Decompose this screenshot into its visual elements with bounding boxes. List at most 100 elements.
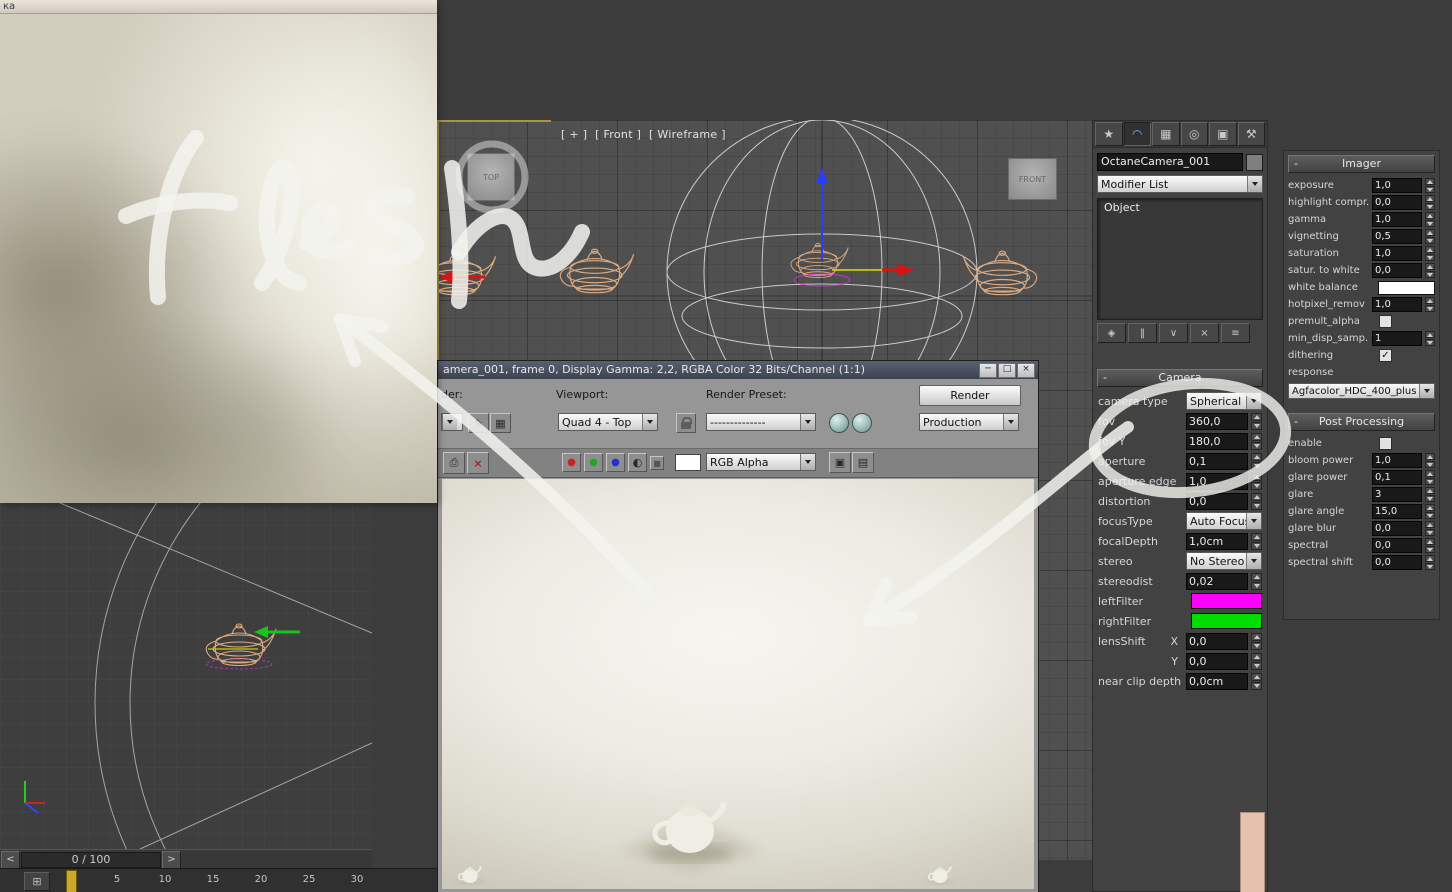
focal-depth-field[interactable]: 1,0cm — [1186, 532, 1248, 550]
previous-frame-button[interactable]: < — [1, 850, 20, 869]
dithering-checkbox[interactable]: ✓ — [1379, 349, 1392, 362]
fov-y-field[interactable]: 180,0 — [1186, 432, 1248, 450]
tab-modify[interactable]: ◠ — [1123, 122, 1151, 146]
fov-spinner[interactable] — [1251, 412, 1262, 430]
gamma-spinner[interactable] — [1425, 212, 1435, 227]
tab-create[interactable]: ★ — [1095, 122, 1123, 146]
exposure-spinner[interactable] — [1425, 178, 1435, 193]
exposure-field[interactable]: 1,0 — [1372, 178, 1422, 193]
saturation-field[interactable]: 1,0 — [1372, 246, 1422, 261]
maximize-button[interactable]: □ — [998, 363, 1016, 378]
aperture-spinner[interactable] — [1251, 452, 1262, 470]
hotpixel-removal-spinner[interactable] — [1425, 297, 1435, 312]
right-filter-swatch[interactable] — [1191, 613, 1262, 629]
track-bar[interactable]: ⊞ 5 10 15 20 25 30 — [0, 868, 437, 892]
viewport-shading-menu[interactable]: [ Wireframe ] — [649, 128, 726, 141]
pin-stack-button[interactable]: ◈ — [1097, 323, 1126, 343]
close-button[interactable]: × — [1017, 363, 1035, 378]
next-frame-button[interactable]: > — [162, 850, 181, 869]
distortion-field[interactable]: 0,0 — [1186, 492, 1248, 510]
blue-channel-button[interactable]: ● — [606, 453, 625, 472]
min-display-samples-spinner[interactable] — [1425, 331, 1435, 346]
minimize-button[interactable]: ─ — [979, 363, 997, 378]
aperture-field[interactable]: 0,1 — [1186, 452, 1248, 470]
overlay-window-titlebar[interactable]: ка — [0, 0, 437, 14]
configure-stack-button[interactable]: ≡ — [1221, 323, 1250, 343]
vignetting-field[interactable]: 0,5 — [1372, 229, 1422, 244]
trackbar-filter-button[interactable]: ⊞ — [24, 872, 50, 891]
camera-rollout-header[interactable]: - Camera — [1097, 369, 1263, 387]
channel-display-dropdown[interactable]: RGB Alpha — [706, 453, 816, 471]
highlight-compression-field[interactable]: 0,0 — [1372, 195, 1422, 210]
stack-item-object[interactable]: Object — [1098, 199, 1262, 217]
lock-viewport-button[interactable] — [676, 413, 696, 433]
viewport-pov-menu[interactable]: [ Front ] — [595, 128, 641, 141]
premult-alpha-checkbox[interactable] — [1379, 315, 1392, 328]
green-channel-button[interactable]: ● — [584, 453, 603, 472]
gamma-field[interactable]: 1,0 — [1372, 212, 1422, 227]
aperture-edge-spinner[interactable] — [1251, 472, 1262, 490]
glare-blur-field[interactable]: 0,0 — [1372, 521, 1422, 536]
spectral-shift-field[interactable]: 0,0 — [1372, 555, 1422, 570]
tab-motion[interactable]: ◎ — [1180, 122, 1208, 146]
glare-blur-spinner[interactable] — [1425, 521, 1435, 536]
lens-shift-y-spinner[interactable] — [1251, 652, 1262, 670]
near-clip-depth-field[interactable]: 0,0cm — [1186, 672, 1248, 690]
aperture-edge-field[interactable]: 1,0 — [1186, 472, 1248, 490]
area-to-render-dropdown[interactable] — [441, 413, 463, 431]
hotpixel-removal-field[interactable]: 1,0 — [1372, 297, 1422, 312]
stereo-dropdown[interactable]: No Stereo — [1186, 552, 1262, 570]
make-unique-button[interactable]: ∨ — [1159, 323, 1188, 343]
autocrop-button[interactable]: ▦ — [490, 413, 511, 433]
clear-image-button[interactable]: × — [467, 452, 489, 474]
spectral-field[interactable]: 0,0 — [1372, 538, 1422, 553]
remove-modifier-button[interactable]: × — [1190, 323, 1219, 343]
min-display-samples-field[interactable]: 1 — [1372, 331, 1422, 346]
saturation-to-white-field[interactable]: 0,0 — [1372, 263, 1422, 278]
camera-type-dropdown[interactable]: Spherical — [1186, 392, 1262, 410]
render-setup-button[interactable] — [829, 413, 849, 433]
distortion-spinner[interactable] — [1251, 492, 1262, 510]
response-curve-dropdown[interactable]: Agfacolor_HDC_400_plus — [1288, 383, 1435, 399]
viewport-dropdown[interactable]: Quad 4 - Top — [558, 413, 658, 431]
post-processing-rollout-header[interactable]: - Post Processing — [1288, 413, 1435, 431]
saturation-spinner[interactable] — [1425, 246, 1435, 261]
tab-hierarchy[interactable]: ▦ — [1152, 122, 1180, 146]
environment-button[interactable] — [852, 413, 872, 433]
render-button[interactable]: Render — [919, 385, 1021, 406]
spectral-spinner[interactable] — [1425, 538, 1435, 553]
saturation-to-white-spinner[interactable] — [1425, 263, 1435, 278]
background-color-swatch[interactable] — [675, 454, 701, 471]
stereodist-field[interactable]: 0,02 — [1186, 572, 1248, 590]
spectral-shift-spinner[interactable] — [1425, 555, 1435, 570]
tab-display[interactable]: ▣ — [1209, 122, 1237, 146]
highlight-compression-spinner[interactable] — [1425, 195, 1435, 210]
left-filter-swatch[interactable] — [1191, 593, 1262, 609]
glare-angle-spinner[interactable] — [1425, 504, 1435, 519]
vignetting-spinner[interactable] — [1425, 229, 1435, 244]
save-image-button[interactable]: ⎙ — [443, 452, 465, 474]
white-balance-swatch[interactable] — [1378, 280, 1435, 295]
object-color-swatch[interactable] — [1246, 153, 1263, 171]
monochrome-button[interactable]: ■ — [650, 456, 664, 470]
tab-utilities[interactable]: ⚒ — [1237, 122, 1265, 146]
glare-power-field[interactable]: 0,1 — [1372, 470, 1422, 485]
fov-y-spinner[interactable] — [1251, 432, 1262, 450]
layers-button[interactable]: ▤ — [852, 452, 874, 473]
current-frame-display[interactable]: 0 / 100 — [21, 851, 161, 868]
lens-shift-y-field[interactable]: 0,0 — [1186, 652, 1248, 670]
clone-window-button[interactable]: ▣ — [829, 452, 851, 473]
stereodist-spinner[interactable] — [1251, 572, 1262, 590]
alpha-channel-button[interactable]: ◐ — [628, 453, 647, 472]
lens-shift-x-field[interactable]: 0,0 — [1186, 632, 1248, 650]
production-mode-dropdown[interactable]: Production — [919, 413, 1019, 431]
focus-type-dropdown[interactable]: Auto Focus — [1186, 512, 1262, 530]
focal-depth-spinner[interactable] — [1251, 532, 1262, 550]
bloom-power-field[interactable]: 1,0 — [1372, 453, 1422, 468]
render-preset-dropdown[interactable]: -------------- — [706, 413, 816, 431]
enable-checkbox[interactable] — [1379, 437, 1392, 450]
glare-spinner[interactable] — [1425, 487, 1435, 502]
object-name-field[interactable]: OctaneCamera_001 — [1097, 153, 1243, 171]
modifier-list-dropdown[interactable]: Modifier List — [1097, 175, 1263, 193]
near-clip-depth-spinner[interactable] — [1251, 672, 1262, 690]
